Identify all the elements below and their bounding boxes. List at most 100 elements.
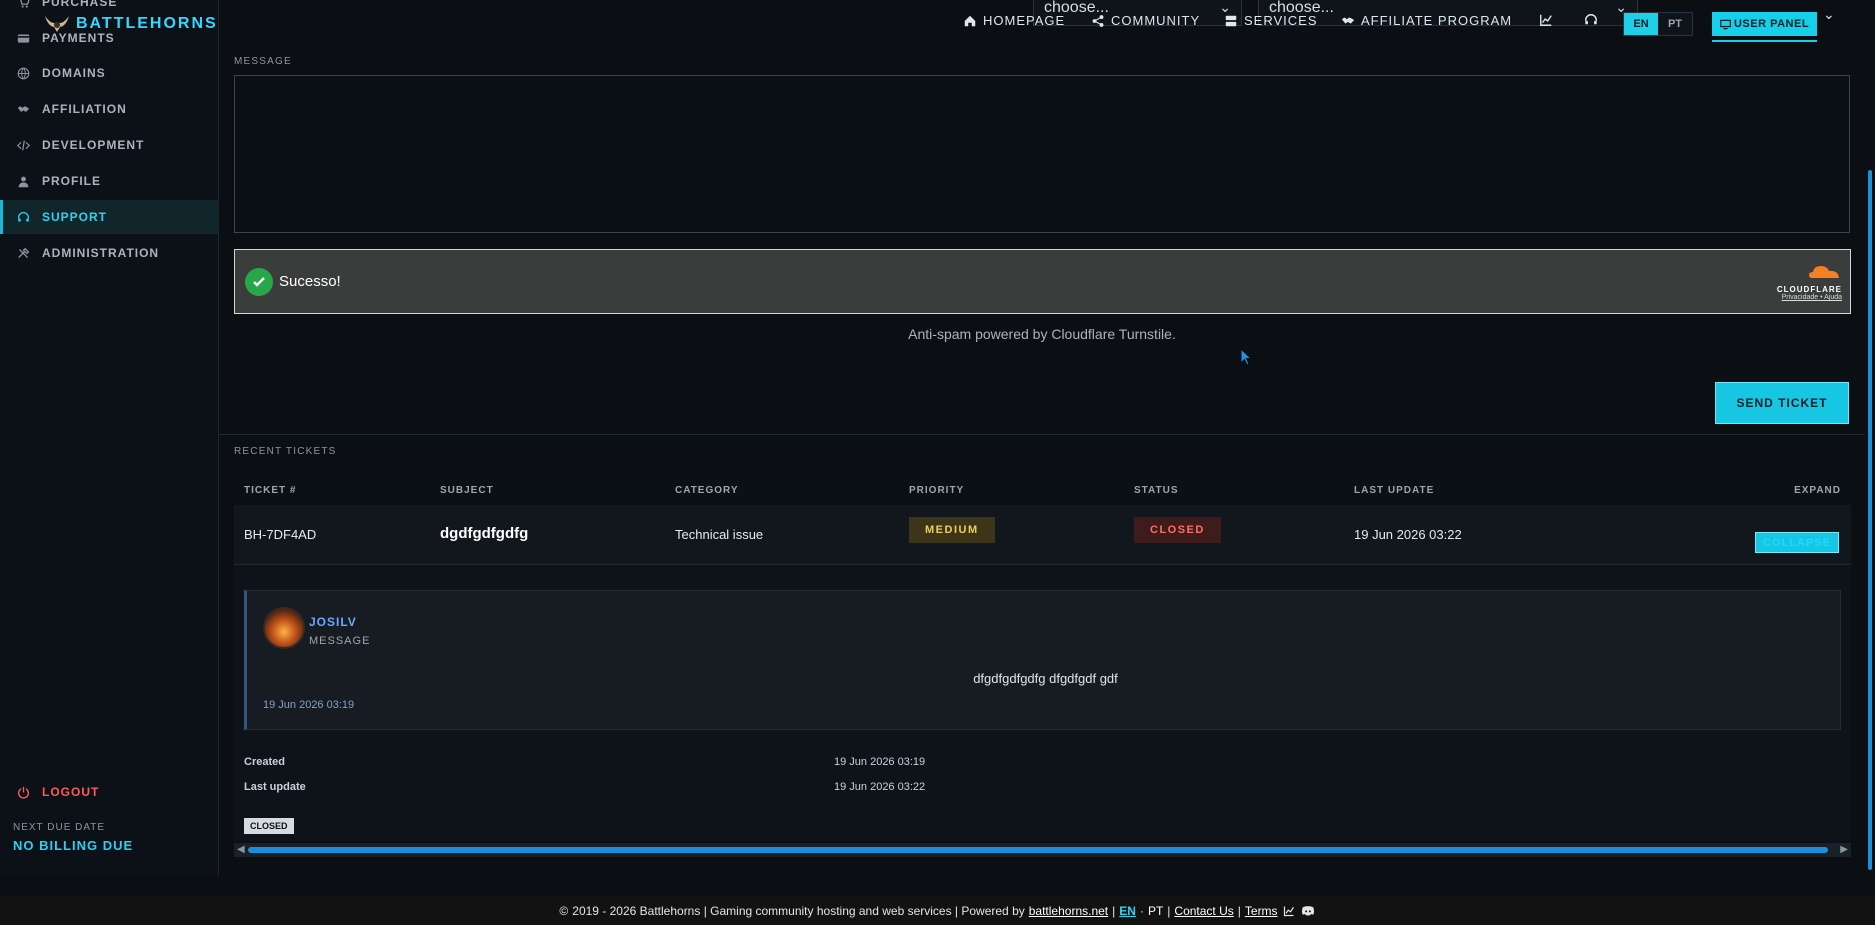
footer-lang-en[interactable]: EN <box>1119 904 1136 918</box>
lang-pt-button[interactable]: PT <box>1658 13 1692 35</box>
message-kind: MESSAGE <box>309 635 371 647</box>
message-label: MESSAGE <box>234 56 292 67</box>
headset-icon <box>17 211 30 222</box>
language-toggle: EN PT <box>1623 12 1693 36</box>
horizontal-scrollbar[interactable]: ◀ ▶ <box>234 843 1851 857</box>
sidebar-item-label: PAYMENTS <box>42 31 115 45</box>
col-ticket: TICKET # <box>244 485 297 496</box>
cloudflare-brand: CLOUDFLARE <box>1776 285 1842 294</box>
sidebar-item-affiliation[interactable]: AFFILIATION <box>0 92 218 126</box>
sidebar-item-administration[interactable]: ADMINISTRATION <box>0 236 218 270</box>
sidebar-item-domains[interactable]: DOMAINS <box>0 56 218 90</box>
collapse-button[interactable]: COLLAPSE <box>1755 532 1839 553</box>
mouse-cursor-icon <box>1240 348 1252 366</box>
share-icon <box>1092 14 1104 27</box>
terms-link[interactable]: Terms <box>1245 904 1278 918</box>
copyright-icon: © <box>559 903 569 918</box>
logout-label: LOGOUT <box>42 785 100 799</box>
table-row[interactable]: BH-7DF4AD dgdfgdfgdfg Technical issue ME… <box>234 505 1851 565</box>
message-author: JOSILV <box>309 615 357 629</box>
message-date: 19 Jun 2026 03:19 <box>263 699 355 711</box>
last-update-value: 19 Jun 2026 03:22 <box>834 781 926 793</box>
sidebar-item-label: PURCHASE <box>42 0 118 9</box>
code-icon <box>17 140 30 150</box>
chart-line-icon[interactable] <box>1282 905 1296 917</box>
turnstile-status: Sucesso! <box>279 273 341 290</box>
ticket-subject: dgdfgdfgdfg <box>440 525 529 542</box>
sidebar-item-support[interactable]: SUPPORT <box>0 200 218 234</box>
sidebar-item-profile[interactable]: PROFILE <box>0 164 218 198</box>
monitor-icon <box>1720 19 1731 29</box>
last-update-label: Last update <box>244 781 306 793</box>
tickets-table: TICKET # SUBJECT CATEGORY PRIORITY STATU… <box>234 475 1851 841</box>
status-badge: CLOSED <box>1134 517 1221 543</box>
priority-badge: MEDIUM <box>909 517 995 543</box>
user-panel-underline <box>1712 40 1817 42</box>
sidebar-item-label: PROFILE <box>42 174 102 188</box>
sidebar-item-development[interactable]: DEVELOPMENT <box>0 128 218 162</box>
table-header: TICKET # SUBJECT CATEGORY PRIORITY STATU… <box>234 475 1851 505</box>
scroll-right-icon[interactable]: ▶ <box>1840 844 1848 855</box>
stats-button[interactable] <box>1539 13 1553 27</box>
scroll-left-icon[interactable]: ◀ <box>237 844 245 855</box>
col-category: CATEGORY <box>675 485 739 496</box>
nav-community[interactable]: COMMUNITY <box>1091 13 1200 28</box>
nav-affiliate-program[interactable]: AFFILIATE PROGRAM <box>1341 13 1512 28</box>
col-last-update: LAST UPDATE <box>1354 485 1435 496</box>
antispam-note: Anti-spam powered by Cloudflare Turnstil… <box>908 326 1176 342</box>
cloudflare-logo: CLOUDFLARE Privacidade • Ajuda <box>1767 262 1842 301</box>
power-icon <box>17 786 30 799</box>
footer-lang-pt[interactable]: PT <box>1148 904 1163 918</box>
footer: © 2019 - 2026 Battlehorns | Gaming commu… <box>0 896 1875 925</box>
message-textarea[interactable] <box>234 75 1850 233</box>
headset-icon <box>1585 14 1597 25</box>
send-ticket-button[interactable]: SEND TICKET <box>1715 382 1849 424</box>
avatar <box>263 607 305 649</box>
footer-separator: | <box>1112 903 1116 918</box>
ticket-category: Technical issue <box>675 527 764 542</box>
globe-icon <box>17 67 30 79</box>
discord-icon[interactable] <box>1300 905 1316 917</box>
footer-lang-separator: · <box>1139 903 1144 918</box>
nav-services-label: SERVICES <box>1244 13 1318 28</box>
sidebar-item-label: DOMAINS <box>42 66 106 80</box>
nav-affiliate-label: AFFILIATE PROGRAM <box>1361 13 1513 28</box>
contact-link[interactable]: Contact Us <box>1174 904 1233 918</box>
due-date-value: NO BILLING DUE <box>13 838 134 853</box>
turnstile-widget[interactable]: Sucesso! CLOUDFLARE Privacidade • Ajuda <box>234 249 1851 314</box>
created-label: Created <box>244 756 285 768</box>
vertical-scrollbar[interactable] <box>1865 0 1875 876</box>
status-tag: CLOSED <box>244 818 294 834</box>
due-date-label: NEXT DUE DATE <box>13 822 106 833</box>
created-value: 19 Jun 2026 03:19 <box>834 756 926 768</box>
cloudflare-links[interactable]: Privacidade • Ajuda <box>1767 294 1842 301</box>
col-status: STATUS <box>1134 485 1179 496</box>
ticket-last-update: 19 Jun 2026 03:22 <box>1354 527 1462 542</box>
user-panel-button[interactable]: USER PANEL <box>1712 12 1817 36</box>
powered-by-link[interactable]: battlehorns.net <box>1029 904 1108 918</box>
logout-button[interactable]: LOGOUT <box>0 775 218 809</box>
sidebar-item-label: DEVELOPMENT <box>42 138 145 152</box>
lang-en-button[interactable]: EN <box>1624 13 1658 35</box>
nav-services[interactable]: SERVICES <box>1224 13 1318 28</box>
col-expand: EXPAND <box>1794 485 1841 496</box>
user-panel-label: USER PANEL <box>1733 18 1810 30</box>
support-button[interactable] <box>1584 13 1598 27</box>
user-icon <box>18 176 29 187</box>
chevron-down-icon[interactable]: ⌄ <box>1823 6 1835 23</box>
nav-homepage[interactable]: HOMEPAGE <box>963 13 1065 28</box>
handshake-icon <box>17 105 30 112</box>
sidebar: PURCHASE BATTLEHORNS PAYMENTS DOMAINS AF… <box>0 0 219 876</box>
footer-separator: | <box>1237 903 1241 918</box>
cloud-icon <box>1809 266 1839 278</box>
footer-separator: | <box>1167 903 1171 918</box>
scrollbar-thumb[interactable] <box>248 847 1828 853</box>
chart-line-icon <box>1540 14 1552 26</box>
tools-icon <box>18 247 30 258</box>
sidebar-item-label: AFFILIATION <box>42 102 127 116</box>
sidebar-item-payments[interactable]: PAYMENTS <box>0 21 218 55</box>
sidebar-item-label: ADMINISTRATION <box>42 246 160 260</box>
ticket-message-card: JOSILV MESSAGE dfgdfgdfgdfg dfgdfgdf gdf… <box>244 590 1841 730</box>
scrollbar-thumb[interactable] <box>1868 170 1872 870</box>
footer-copyright: 2019 - 2026 Battlehorns | Gaming communi… <box>572 903 1025 918</box>
